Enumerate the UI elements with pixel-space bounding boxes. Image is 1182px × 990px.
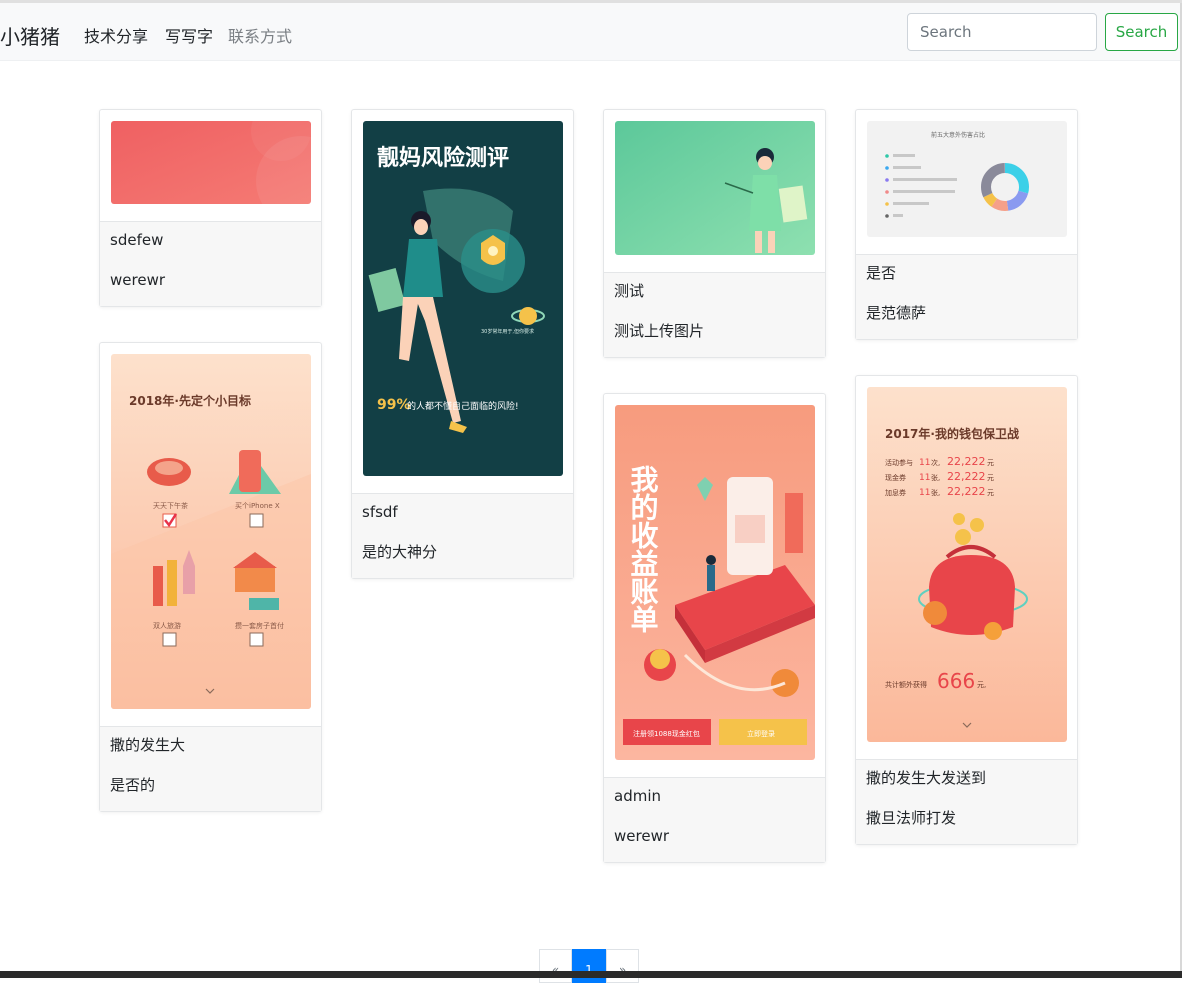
post-card-test[interactable]: 测试 测试上传图片	[603, 109, 826, 358]
post-card-sdefew[interactable]: sdefew werewr	[99, 109, 322, 307]
svg-text:22,222: 22,222	[947, 455, 986, 468]
svg-text:张,: 张,	[931, 473, 940, 482]
search-input[interactable]	[907, 13, 1097, 51]
svg-text:元: 元	[987, 489, 994, 497]
post-card-sfsdf[interactable]: 靓妈风险测评 30岁常年用于,但你要求 99% 的人都不懂自己面临的风险! sf…	[351, 109, 574, 579]
post-title: 是否	[866, 264, 897, 282]
svg-text:元: 元	[987, 459, 994, 467]
post-image-risk-assessment-poster[interactable]: 靓妈风险测评 30岁常年用于,但你要求 99% 的人都不懂自己面临的风险!	[363, 121, 563, 476]
post-description: 撒旦法师打发	[866, 809, 957, 827]
svg-text:99%: 99%	[377, 397, 411, 413]
svg-text:买个iPhone X: 买个iPhone X	[235, 502, 280, 510]
post-title: 撒的发生大	[110, 736, 186, 754]
post-description: werewr	[110, 271, 165, 289]
navbar: 小猪猪 技术分享 写写字 联系方式 Search	[0, 3, 1182, 61]
svg-text:11: 11	[919, 473, 930, 483]
post-card-shifou[interactable]: 前五大意外伤害占比 是否 是范德萨	[855, 109, 1078, 340]
post-card-2018-goals[interactable]: 2018年·先定个小目标 天天下午茶 买个iPhone X 双人旅游 攒一套房子…	[99, 342, 322, 812]
post-description: 是的大神分	[362, 543, 438, 561]
svg-text:元,: 元,	[977, 681, 986, 689]
os-taskbar	[0, 971, 1182, 978]
nav-link-contact[interactable]: 联系方式	[228, 23, 292, 47]
post-title: 测试	[614, 282, 645, 300]
svg-text:双人旅游: 双人旅游	[153, 621, 181, 630]
svg-text:攒一套房子首付: 攒一套房子首付	[235, 621, 284, 630]
svg-text:11: 11	[919, 488, 930, 498]
svg-text:次,: 次,	[931, 458, 940, 467]
svg-text:张,: 张,	[931, 488, 940, 497]
post-description: 测试上传图片	[614, 322, 705, 340]
post-image-donut-chart-thumbnail[interactable]: 前五大意外伤害占比	[867, 121, 1067, 237]
post-image-2017-wallet-poster[interactable]: 2017年·我的钱包保卫战 活动参与 11 次, 22,222 元 现金券 11…	[867, 387, 1067, 742]
poster-heading-text: 2017年·我的钱包保卫战	[885, 426, 1019, 441]
svg-text:活动参与: 活动参与	[885, 458, 913, 467]
svg-text:11: 11	[919, 458, 930, 468]
svg-text:22,222: 22,222	[947, 485, 986, 498]
post-image-red-gradient[interactable]	[111, 121, 311, 204]
post-description: 是否的	[110, 776, 156, 794]
post-title: sfsdf	[362, 503, 398, 521]
poster-heading-text: 靓妈风险测评	[377, 145, 509, 171]
svg-text:30岁常年用于,但你要求: 30岁常年用于,但你要求	[481, 328, 534, 335]
post-description: 是范德萨	[866, 304, 927, 322]
svg-text:元: 元	[987, 474, 994, 482]
svg-text:立即登录: 立即登录	[747, 729, 775, 738]
brand-logo-text[interactable]: 小猪猪	[0, 21, 60, 50]
svg-text:666: 666	[937, 669, 975, 693]
post-image-teacher-green-banner[interactable]	[615, 121, 815, 255]
svg-text:注册领1088现金红包: 注册领1088现金红包	[633, 729, 700, 738]
post-description: werewr	[614, 827, 669, 845]
svg-text:天天下午茶: 天天下午茶	[153, 501, 188, 510]
svg-text:加息券: 加息券	[885, 488, 906, 497]
svg-text:的人都不懂自己面临的风险!: 的人都不懂自己面临的风险!	[407, 400, 519, 412]
svg-text:22,222: 22,222	[947, 470, 986, 483]
svg-text:共计额外获得: 共计额外获得	[885, 680, 927, 689]
search-button[interactable]: Search	[1105, 13, 1178, 51]
donut-thumbnail-heading: 前五大意外伤害占比	[931, 131, 985, 139]
svg-text:现金券: 现金券	[885, 473, 906, 482]
post-card-admin[interactable]: 我的收益账单 注册领1088现金红包 立即登录 admin werewr	[603, 393, 826, 863]
post-title: 撒的发生大发送到	[866, 769, 987, 787]
post-image-2018-goals-poster[interactable]: 2018年·先定个小目标 天天下午茶 买个iPhone X 双人旅游 攒一套房子…	[111, 354, 311, 709]
poster-heading-text: 2018年·先定个小目标	[129, 393, 251, 408]
poster-heading-text: 我的收益账单	[627, 465, 660, 633]
nav-link-tech-share[interactable]: 技术分享	[84, 23, 148, 47]
post-card-2017-wallet[interactable]: 2017年·我的钱包保卫战 活动参与 11 次, 22,222 元 现金券 11…	[855, 375, 1078, 845]
post-image-earnings-bill-poster[interactable]: 我的收益账单 注册领1088现金红包 立即登录	[615, 405, 815, 760]
post-title: sdefew	[110, 231, 164, 249]
post-title: admin	[614, 787, 661, 805]
nav-link-writing[interactable]: 写写字	[165, 23, 213, 47]
